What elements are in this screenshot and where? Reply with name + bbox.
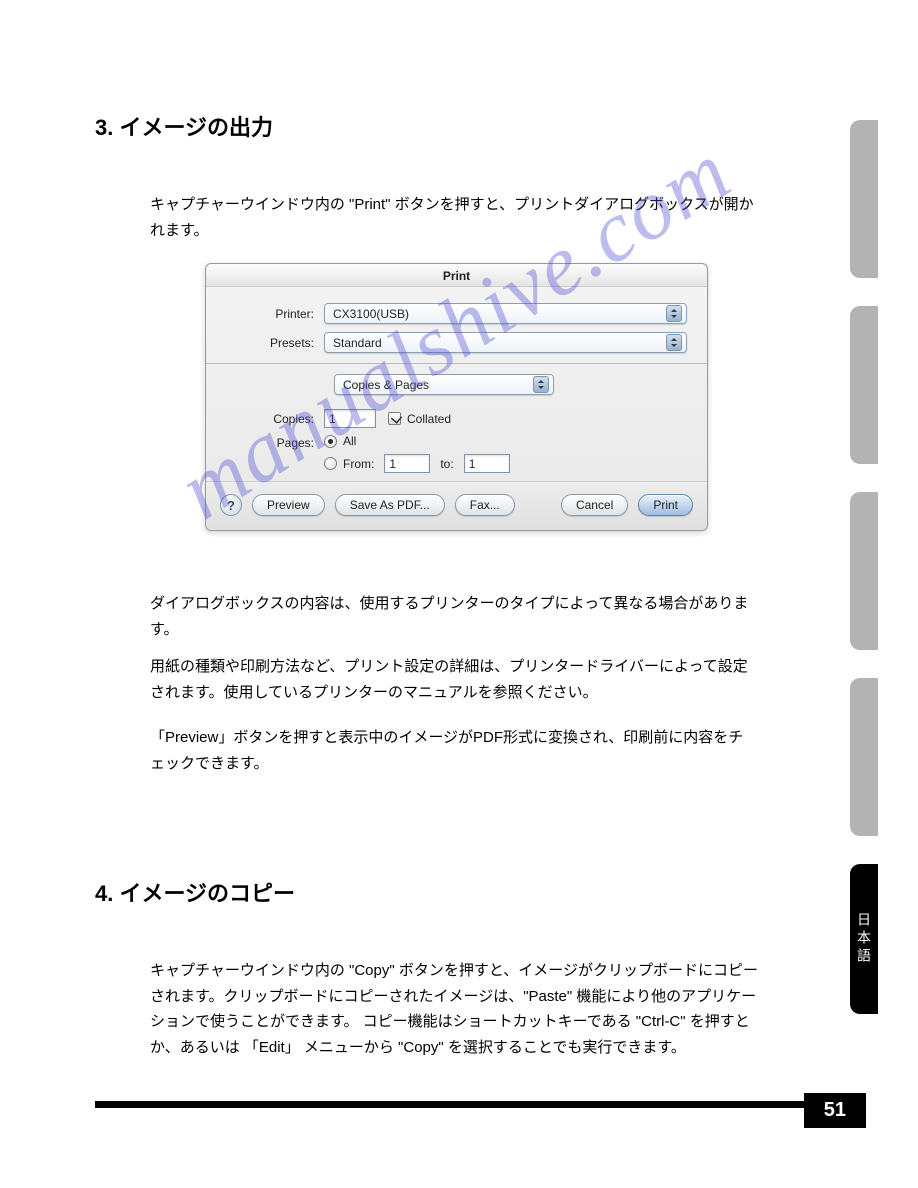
section3-intro: キャプチャーウインドウ内の "Print" ボタンを押すと、プリントダイアログボ… [150,192,858,243]
pages-label: Pages: [226,434,324,450]
print-dialog-screenshot: Print Printer: CX3100(USB) Presets: Stan… [205,263,708,531]
fax-button[interactable]: Fax... [455,494,515,516]
printer-label: Printer: [226,307,324,321]
separator [206,363,707,364]
section3-note3: 「Preview」ボタンを押すと表示中のイメージがPDF形式に変換され、印刷前に… [150,725,858,776]
section3-title: 3. イメージの出力 [95,110,858,142]
pages-to-input[interactable]: 1 [464,454,510,473]
pane-value: Copies & Pages [343,378,429,392]
manual-page: manualshive.com 日本語 3. イメージの出力 キャプチャーウイン… [0,0,918,1188]
presets-value: Standard [333,336,382,350]
side-tabs: 日本語 [850,120,878,1014]
collated-checkbox[interactable] [388,412,401,425]
pane-select[interactable]: Copies & Pages [334,374,554,395]
pages-all-label: All [343,434,356,448]
save-as-pdf-button[interactable]: Save As PDF... [335,494,445,516]
side-tab-3 [850,492,878,650]
collated-label: Collated [407,412,451,426]
presets-label: Presets: [226,336,324,350]
copies-label: Copies: [226,412,324,426]
printer-select[interactable]: CX3100(USB) [324,303,687,324]
side-tab-4 [850,678,878,836]
dialog-title: Print [206,264,707,287]
section4-body: キャプチャーウインドウ内の "Copy" ボタンを押すと、イメージがクリップボー… [150,958,858,1060]
pages-from-label: From: [343,457,374,471]
help-button[interactable]: ? [220,494,242,516]
dropdown-caret-icon [666,305,682,322]
dropdown-caret-icon [533,376,549,393]
pages-from-input[interactable]: 1 [384,454,430,473]
side-tab-active: 日本語 [850,864,878,1014]
footer-rule [95,1101,866,1108]
presets-select[interactable]: Standard [324,332,687,353]
pages-all-radio[interactable] [324,435,337,448]
pages-to-label: to: [440,457,453,471]
section4-title: 4. イメージのコピー [95,876,858,908]
cancel-button[interactable]: Cancel [561,494,628,516]
print-button[interactable]: Print [638,494,693,516]
printer-value: CX3100(USB) [333,307,409,321]
side-tab-1 [850,120,878,278]
pages-from-radio[interactable] [324,457,337,470]
side-tab-2 [850,306,878,464]
section3-note2: 用紙の種類や印刷方法など、プリント設定の詳細は、プリンタードライバーによって設定… [150,654,858,705]
dropdown-caret-icon [666,334,682,351]
preview-button[interactable]: Preview [252,494,325,516]
section3-note1: ダイアログボックスの内容は、使用するプリンターのタイプによって異なる場合がありま… [150,591,858,642]
page-number: 51 [804,1093,866,1128]
copies-input[interactable]: 1 [324,409,376,428]
